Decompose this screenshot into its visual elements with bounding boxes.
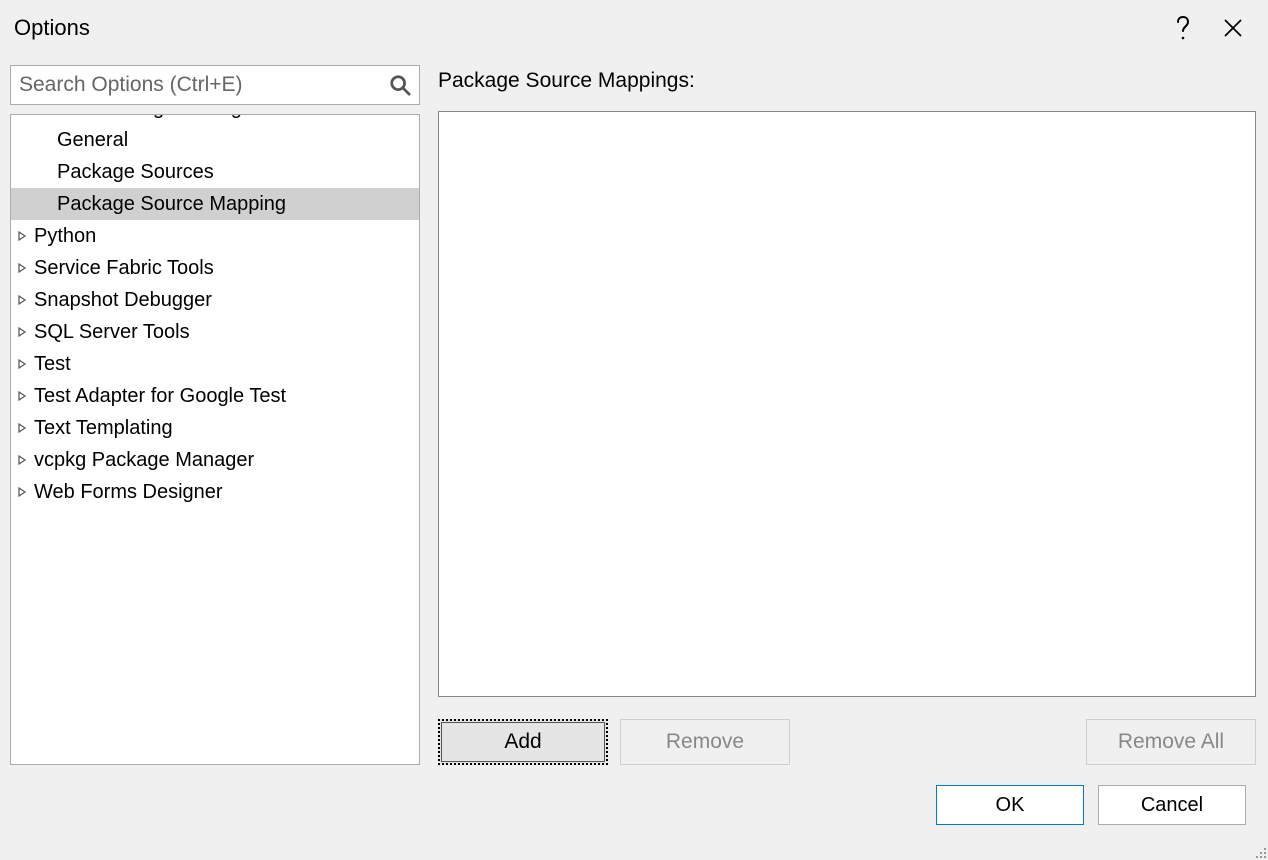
tree-item[interactable]: General <box>11 124 419 156</box>
chevron-down-icon[interactable] <box>14 114 30 116</box>
search-icon <box>389 74 411 96</box>
tree-item[interactable]: NuGet Package Manager <box>11 114 419 124</box>
tree-item-label: Text Templating <box>34 418 173 439</box>
title-bar: Options <box>0 0 1268 55</box>
chevron-right-icon[interactable] <box>14 484 30 500</box>
tree-item-label: NuGet Package Manager <box>34 114 260 119</box>
mappings-listbox[interactable] <box>438 111 1256 697</box>
tree-item-label: SQL Server Tools <box>34 322 190 343</box>
resize-grip[interactable] <box>1252 844 1266 858</box>
tree-item-label: Service Fabric Tools <box>34 258 214 279</box>
help-button[interactable] <box>1158 3 1208 53</box>
tree-item-label: General <box>57 130 128 151</box>
chevron-right-icon[interactable] <box>14 388 30 404</box>
tree-item[interactable]: Package Sources <box>11 156 419 188</box>
chevron-right-icon[interactable] <box>14 420 30 436</box>
tree-item-label: Package Source Mapping <box>57 194 286 215</box>
chevron-right-icon[interactable] <box>14 228 30 244</box>
close-button[interactable] <box>1208 3 1258 53</box>
search-box[interactable] <box>10 65 420 105</box>
tree-item-label: Test Adapter for Google Test <box>34 386 286 407</box>
tree-item-label: Web Forms Designer <box>34 482 223 503</box>
close-icon <box>1223 18 1243 38</box>
tree-item-label: Package Sources <box>57 162 214 183</box>
tree-item[interactable]: vcpkg Package Manager <box>11 444 419 476</box>
chevron-right-icon[interactable] <box>14 292 30 308</box>
tree-item[interactable]: Test <box>11 348 419 380</box>
panel-heading: Package Source Mappings: <box>438 69 1256 93</box>
tree-item[interactable]: Test Adapter for Google Test <box>11 380 419 412</box>
window-title: Options <box>14 15 1158 41</box>
tree-item[interactable]: Web Forms Designer <box>11 476 419 508</box>
cancel-button[interactable]: Cancel <box>1098 785 1246 825</box>
tree-item-label: Python <box>34 226 96 247</box>
tree-item-label: Test <box>34 354 71 375</box>
chevron-right-icon[interactable] <box>14 356 30 372</box>
tree-item[interactable]: Service Fabric Tools <box>11 252 419 284</box>
ok-button[interactable]: OK <box>936 785 1084 825</box>
tree-item[interactable]: Python <box>11 220 419 252</box>
chevron-right-icon[interactable] <box>14 260 30 276</box>
tree-item[interactable]: Snapshot Debugger <box>11 284 419 316</box>
chevron-right-icon[interactable] <box>14 324 30 340</box>
tree-item[interactable]: SQL Server Tools <box>11 316 419 348</box>
tree-item[interactable]: Text Templating <box>11 412 419 444</box>
tree-item-label: Snapshot Debugger <box>34 290 212 311</box>
remove-all-button: Remove All <box>1086 719 1256 765</box>
help-icon <box>1175 16 1191 40</box>
chevron-right-icon[interactable] <box>14 452 30 468</box>
options-tree[interactable]: Database ToolsF# ToolsGraphics Diagnosti… <box>10 114 420 765</box>
search-input[interactable] <box>19 73 389 97</box>
add-button[interactable]: Add <box>438 719 608 765</box>
remove-button: Remove <box>620 719 790 765</box>
tree-item-label: vcpkg Package Manager <box>34 450 254 471</box>
tree-item[interactable]: Package Source Mapping <box>11 188 419 220</box>
